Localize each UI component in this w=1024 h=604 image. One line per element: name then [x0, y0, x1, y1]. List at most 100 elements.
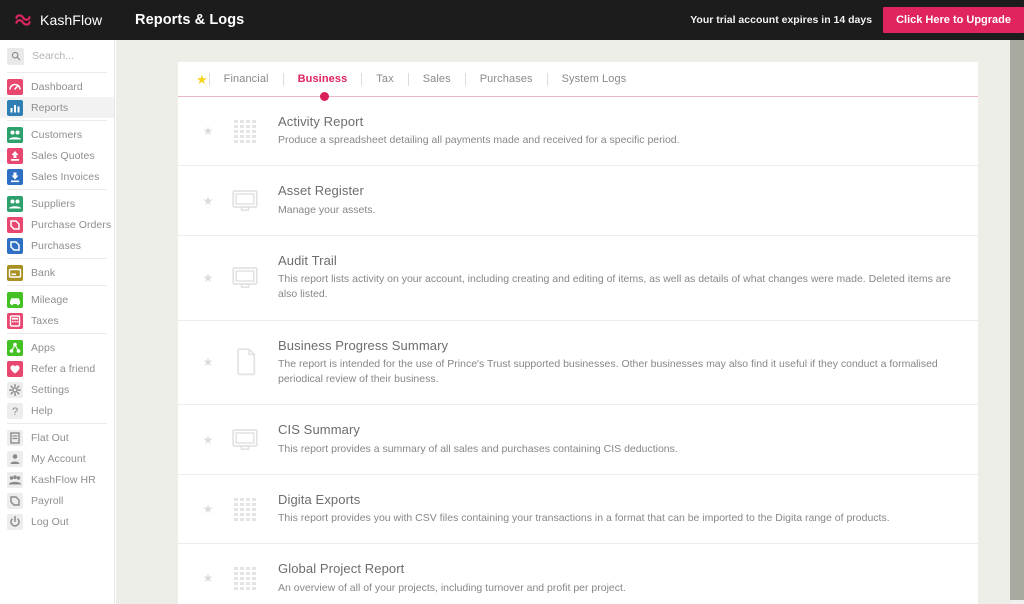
report-title[interactable]: Asset Register [278, 183, 968, 199]
report-title[interactable]: CIS Summary [278, 422, 968, 438]
favourite-star-icon[interactable]: ★ [196, 195, 220, 207]
report-type-icon [220, 189, 270, 213]
sidebar-item-label: Flat Out [31, 432, 69, 444]
sidebar-item-label: My Account [31, 453, 86, 465]
apps-network-icon [7, 340, 23, 356]
report-text-block: Audit TrailThis report lists activity on… [270, 253, 968, 303]
heart-icon [7, 361, 23, 377]
sidebar-item-sales-quotes[interactable]: Sales Quotes [0, 145, 114, 166]
tab-business[interactable]: Business [285, 73, 361, 85]
monitor-screen-icon [232, 428, 258, 452]
page-scrollbar-thumb[interactable] [1010, 40, 1024, 600]
tab-tax[interactable]: Tax [363, 73, 406, 85]
spreadsheet-grid-icon [234, 498, 256, 521]
sidebar-item-bank[interactable]: Bank [0, 262, 114, 283]
favourite-star-icon[interactable]: ★ [196, 572, 220, 584]
sidebar-item-purchase-orders[interactable]: Purchase Orders [0, 214, 114, 235]
tab-separator [465, 73, 466, 86]
sidebar-search-row[interactable] [7, 45, 108, 67]
suppliers-people-icon [7, 196, 23, 212]
gear-icon [7, 382, 23, 398]
sidebar-group-divider [7, 423, 107, 424]
report-type-icon [220, 498, 270, 521]
tab-separator [361, 73, 362, 86]
sidebar-item-sales-invoices[interactable]: Sales Invoices [0, 166, 114, 187]
sidebar-item-log-out[interactable]: Log Out [0, 511, 114, 532]
upgrade-button[interactable]: Click Here to Upgrade [883, 7, 1024, 33]
sidebar-item-settings[interactable]: Settings [0, 379, 114, 400]
report-title[interactable]: Activity Report [278, 114, 968, 130]
sidebar-item-reports[interactable]: Reports [0, 97, 114, 118]
favourite-star-icon[interactable]: ★ [196, 434, 220, 446]
sidebar-item-label: Payroll [31, 495, 63, 507]
tabs-list: FinancialBusinessTax SalesPurchasesSystem… [211, 73, 640, 86]
report-description: This report provides you with CSV files … [278, 511, 968, 526]
report-text-block: CIS SummaryThis report provides a summar… [270, 422, 968, 456]
report-row[interactable]: ★ Digita Exports This report provides you … [178, 475, 978, 544]
tab-financial[interactable]: Financial [211, 73, 282, 85]
trial-status-text: Your trial account expires in 14 days [690, 14, 883, 26]
favourite-star-icon[interactable]: ★ [196, 503, 220, 515]
report-title[interactable]: Audit Trail [278, 253, 968, 269]
hr-people-icon [7, 472, 23, 488]
brand-logo-area[interactable]: KashFlow [0, 12, 118, 28]
brand-name: KashFlow [40, 12, 102, 28]
purchase-order-icon [7, 217, 23, 233]
favourite-star-icon[interactable]: ★ [196, 356, 220, 368]
report-title[interactable]: Global Project Report [278, 561, 968, 577]
favourite-star-icon[interactable]: ★ [196, 125, 220, 137]
report-row[interactable]: ★ Global Project ReportAn overview of all… [178, 544, 978, 604]
svg-text:?: ? [12, 405, 18, 417]
sidebar-item-flat-out[interactable]: Flat Out [0, 427, 114, 448]
report-text-block: Global Project ReportAn overview of all … [270, 561, 968, 595]
report-title[interactable]: Digita Exports [278, 492, 968, 508]
sidebar-item-mileage[interactable]: Mileage [0, 289, 114, 310]
car-icon [7, 292, 23, 308]
page-scrollbar-track[interactable] [1010, 40, 1024, 604]
sidebar-item-taxes[interactable]: Taxes [0, 310, 114, 331]
user-icon [7, 451, 23, 467]
report-title[interactable]: Business Progress Summary [278, 338, 968, 354]
customers-people-icon [7, 127, 23, 143]
sidebar-item-kashflow-hr[interactable]: KashFlow HR [0, 469, 114, 490]
sidebar-divider [7, 72, 107, 73]
search-input[interactable] [32, 50, 108, 62]
favourite-star-icon[interactable]: ★ [196, 272, 220, 284]
sidebar-nav-list: Dashboard Reports Customers Sales Quotes Sal… [0, 76, 114, 532]
sidebar-item-payroll[interactable]: Payroll [0, 490, 114, 511]
page-title: Reports & Logs [135, 12, 244, 28]
topbar-right-group: Your trial account expires in 14 days Cl… [690, 0, 1024, 40]
sidebar-item-purchases[interactable]: Purchases [0, 235, 114, 256]
tab-purchases[interactable]: Purchases [467, 73, 546, 85]
sidebar-item-my-account[interactable]: My Account [0, 448, 114, 469]
sidebar-item-label: Apps [31, 342, 55, 354]
sidebar-item-dashboard[interactable]: Dashboard [0, 76, 114, 97]
report-row[interactable]: ★Business Progress SummaryThe report is … [178, 321, 978, 406]
report-text-block: Digita Exports This report provides you w… [270, 492, 968, 526]
sidebar-item-label: KashFlow HR [31, 474, 96, 486]
sales-quote-icon [7, 148, 23, 164]
report-row[interactable]: ★Asset RegisterManage your assets. [178, 166, 978, 235]
sidebar-item-suppliers[interactable]: Suppliers [0, 193, 114, 214]
sidebar-item-label: Sales Quotes [31, 150, 95, 162]
sidebar-item-label: Bank [31, 267, 55, 279]
sidebar-item-customers[interactable]: Customers [0, 124, 114, 145]
favourites-star-icon[interactable]: ★ [196, 73, 208, 86]
report-row[interactable]: ★ Audit TrailThis report lists activity o… [178, 236, 978, 321]
spreadsheet-grid-icon [234, 567, 256, 590]
sidebar-item-label: Reports [31, 102, 68, 114]
tab-system-logs[interactable]: System Logs [549, 73, 640, 85]
sidebar-item-help[interactable]: ?Help [0, 400, 114, 421]
sidebar-item-label: Taxes [31, 315, 59, 327]
tab-sales[interactable]: Sales [410, 73, 464, 85]
tab-separator [283, 73, 284, 86]
sidebar-item-refer-a-friend[interactable]: Refer a friend [0, 358, 114, 379]
report-row[interactable]: ★ CIS SummaryThis report provides a summa… [178, 405, 978, 474]
report-row[interactable]: ★Activity ReportProduce a spreadsheet de… [178, 97, 978, 166]
tab-separator [408, 73, 409, 86]
report-category-tabs: ★ FinancialBusinessTax SalesPurchasesSyst… [178, 62, 978, 97]
sales-invoice-icon [7, 169, 23, 185]
sidebar-item-apps[interactable]: Apps [0, 337, 114, 358]
tab-separator [547, 73, 548, 86]
building-icon [7, 430, 23, 446]
